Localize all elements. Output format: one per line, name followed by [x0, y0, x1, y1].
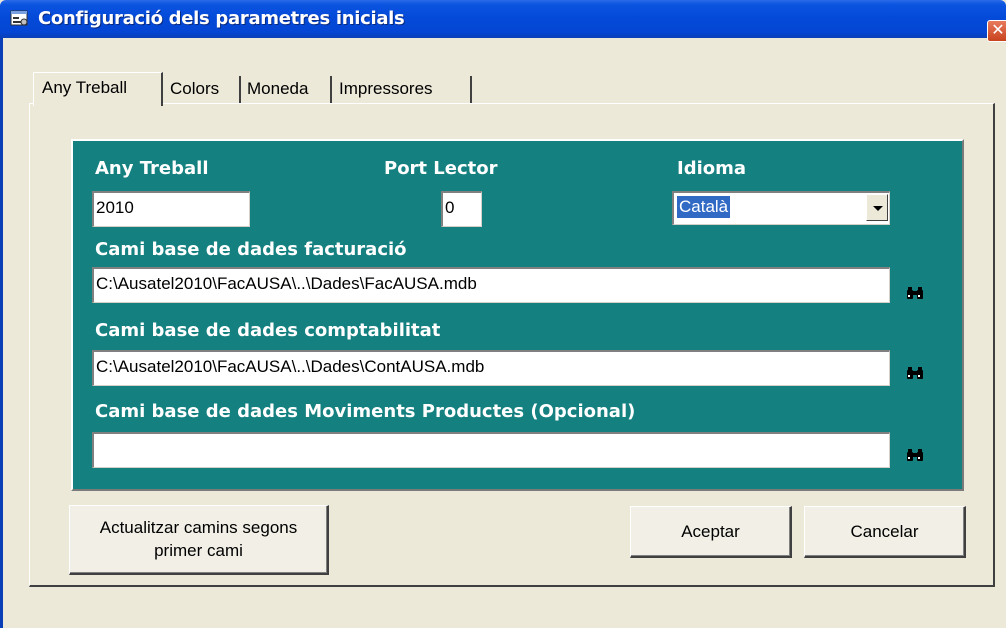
- cancelar-button[interactable]: Cancelar: [804, 506, 966, 558]
- cami-comptabilitat-label: Cami base de dades comptabilitat: [95, 320, 441, 341]
- tab-moneda[interactable]: Moneda: [244, 76, 332, 104]
- title-bar: Configuració dels parametres inicials: [0, 0, 1006, 38]
- window-border: [0, 38, 3, 628]
- button-label-line1: Actualitzar camins segons: [99, 518, 298, 537]
- tab-colors[interactable]: Colors: [167, 76, 241, 104]
- dropdown-arrow-icon[interactable]: [866, 194, 888, 221]
- tab-impressores[interactable]: Impressores: [336, 76, 472, 104]
- tab-label: Any Treball: [42, 78, 128, 97]
- cami-facturacio-label: Cami base de dades facturació: [95, 239, 407, 260]
- cami-facturacio-input[interactable]: C:\Ausatel2010\FacAUSA\..\Dades\FacAUSA.…: [92, 267, 890, 303]
- binoculars-icon[interactable]: [906, 286, 924, 300]
- tab-label: Impressores: [339, 79, 433, 98]
- close-button[interactable]: ✕: [987, 20, 1006, 42]
- aceptar-button[interactable]: Aceptar: [630, 506, 792, 558]
- idioma-select[interactable]: Català: [672, 191, 890, 225]
- actualitzar-camins-button[interactable]: Actualitzar camins segons primer cami: [69, 505, 329, 575]
- port-lector-input[interactable]: 0: [441, 191, 482, 227]
- binoculars-icon[interactable]: [906, 366, 924, 380]
- tab-any-treball[interactable]: Any Treball: [33, 72, 163, 106]
- any-treball-label: Any Treball: [95, 158, 209, 179]
- cami-comptabilitat-input[interactable]: C:\Ausatel2010\FacAUSA\..\Dades\ContAUSA…: [92, 350, 890, 386]
- cami-moviments-input[interactable]: [92, 432, 890, 468]
- any-treball-input[interactable]: 2010: [92, 191, 250, 227]
- idioma-label: Idioma: [677, 158, 747, 179]
- window-title: Configuració dels parametres inicials: [38, 8, 405, 29]
- cami-moviments-label: Cami base de dades Moviments Productes (…: [95, 401, 636, 422]
- settings-window-icon: [10, 10, 28, 26]
- idioma-selected-value: Català: [677, 196, 731, 218]
- port-lector-label: Port Lector: [384, 158, 498, 179]
- tab-label: Moneda: [247, 79, 309, 98]
- binoculars-icon[interactable]: [906, 448, 924, 462]
- tab-label: Colors: [170, 79, 220, 98]
- button-label-line2: primer cami: [154, 541, 243, 560]
